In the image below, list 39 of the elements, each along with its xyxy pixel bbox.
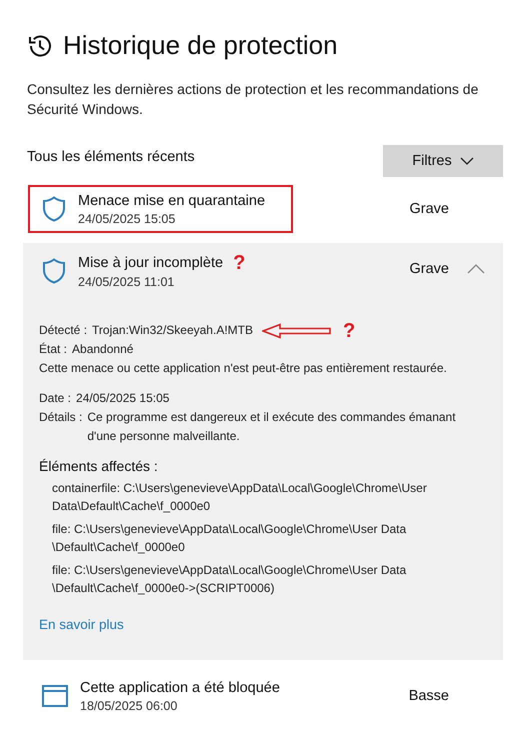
status-message: Cette menace ou cette application n'est peut-être pas entièrement restaurée.: [39, 360, 448, 377]
question-mark: ?: [342, 322, 356, 340]
severity-label: Grave: [410, 261, 449, 277]
chevron-down-icon: [460, 157, 474, 165]
shield-icon: [42, 258, 66, 284]
severity-label: Grave: [410, 201, 449, 217]
item-title: Mise à jour incomplète: [78, 254, 224, 270]
threat-name: Trojan:Win32/Skeeyah.A!MTB: [92, 322, 253, 339]
affected-heading: Éléments affectés :: [39, 458, 159, 474]
item-date: 24/05/2025 15:05: [78, 212, 176, 226]
history-item[interactable]: Cette application a été bloquée 18/05/2025 06:00 Basse: [23, 672, 503, 720]
learn-more-link[interactable]: En savoir plus: [39, 617, 124, 632]
item-date: 24/05/2025 11:01: [78, 274, 176, 288]
severity-label: Basse: [408, 688, 449, 704]
item-date: 18/05/2025 06:00: [80, 698, 178, 712]
question-mark: ?: [233, 254, 246, 272]
affected-file-path: file: C:\Users\genevieve\AppData\Local\Google\Chrome\User Data \Default\Cache\f_0000e0->(SCRIPT0006): [52, 562, 408, 597]
page-description: Consultez les dernières actions de protection et les recommandations de Sécurité Windows.: [27, 80, 480, 119]
section-label: Tous les éléments récents: [27, 149, 195, 165]
filter-button[interactable]: Filtres: [383, 145, 503, 177]
shield-icon: [42, 196, 66, 222]
field-label: Détecté :: [39, 322, 88, 339]
field-value: Ce programme est dangereux et il exécute des commandes émanant d'une personne malveillante.: [87, 409, 457, 445]
item-title: Menace mise en quarantaine: [78, 192, 266, 208]
history-icon: [27, 32, 53, 58]
field-label: Détails :: [39, 409, 82, 426]
field-value: Abandonné: [72, 341, 134, 358]
field-label: État :: [39, 341, 68, 358]
app-window-icon: [42, 685, 68, 707]
history-item[interactable]: Menace mise en quarantaine 24/05/2025 15:05 Grave: [23, 185, 503, 233]
field-label: Date :: [39, 390, 72, 407]
chevron-up-icon[interactable]: [467, 264, 485, 274]
page-title: Historique de protection: [63, 30, 338, 61]
affected-file-path: file: C:\Users\genevieve\AppData\Local\Google\Chrome\User Data \Default\Cache\f_0000e0: [52, 521, 408, 556]
field-value: 24/05/2025 15:05: [76, 390, 170, 407]
arrow-annotation: [262, 322, 332, 338]
affected-file-path: containerfile: C:\Users\genevieve\AppData\Local\Google\Chrome\User Data\Default\Cache\f_0000e0: [52, 480, 428, 515]
history-item-panel[interactable]: [23, 243, 503, 660]
item-title: Cette application a été bloquée: [80, 680, 280, 696]
